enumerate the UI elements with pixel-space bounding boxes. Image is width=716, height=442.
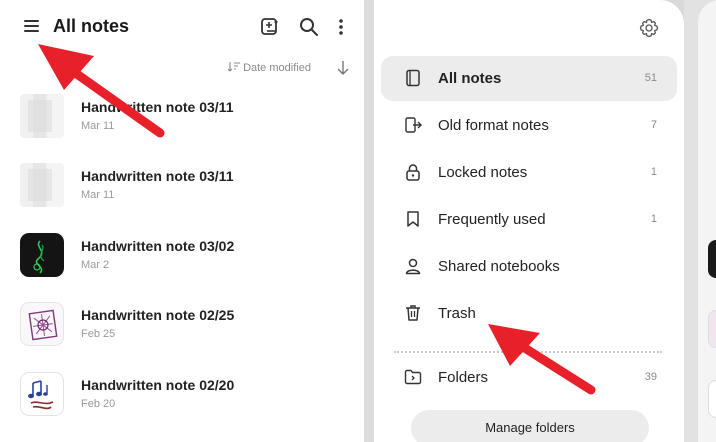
drawer-item-shared-notebooks[interactable]: Shared notebooks [381,244,677,289]
sort-label: Date modified [243,62,311,74]
list-item[interactable]: Handwritten note 02/25 Feb 25 [0,290,364,360]
drawer-item-count: 1 [650,166,657,178]
sort-bar: Date modified [0,56,364,82]
adjacent-thumbnail [708,240,716,278]
notebook-icon [403,68,423,88]
drawer-item-label: All notes [438,70,502,87]
drawer-item-folders[interactable]: Folders 39 [381,355,677,400]
drawer-item-locked-notes[interactable]: Locked notes 1 [381,150,677,195]
more-options-icon[interactable] [330,16,352,38]
search-icon[interactable] [298,16,320,38]
note-thumbnail [20,94,64,138]
note-date: Mar 11 [81,120,115,132]
note-title: Handwritten note 02/25 [81,307,235,323]
adjacent-panel-edge [684,0,716,442]
list-item[interactable]: Handwritten note 02/20 Feb 20 [0,360,364,430]
section-divider [394,351,662,353]
page-title: All notes [53,16,130,36]
drawer-item-label: Locked notes [438,164,528,181]
drawer-item-label: Trash [438,305,476,322]
notes-list-panel: All notes Date modified Handwritten note… [0,0,364,442]
import-icon [403,115,423,135]
sort-button[interactable]: Date modified [227,61,311,74]
navigation-drawer: All notes 51 Old format notes 7 Locked n… [374,0,684,442]
note-date: Feb 20 [81,398,116,410]
list-item[interactable]: Handwritten note 03/11 Mar 11 [0,82,364,152]
trash-icon [403,303,423,323]
adjacent-thumbnail [708,380,716,418]
person-icon [403,256,423,276]
drawer-item-count: 51 [644,72,657,84]
manage-folders-button[interactable]: Manage folders [411,410,649,442]
note-title: Handwritten note 02/20 [81,377,235,393]
drawer-item-label: Folders [438,369,489,386]
drawer-item-count: 7 [650,119,657,131]
bookmark-icon [403,209,423,229]
note-thumbnail [20,233,64,277]
adjacent-panel-card [698,0,716,442]
drawer-item-old-format-notes[interactable]: Old format notes 7 [381,103,677,148]
list-item[interactable]: Handwritten note 03/02 Mar 2 [0,221,364,291]
folder-icon [403,367,423,387]
note-date: Feb 25 [81,328,116,340]
note-date: Mar 2 [81,259,110,271]
adjacent-thumbnail [708,310,716,348]
drawer-item-trash[interactable]: Trash [381,291,677,336]
arrow-down-icon[interactable] [335,58,351,78]
drawer-item-label: Old format notes [438,117,549,134]
note-thumbnail [20,372,64,416]
panel-divider [364,0,374,442]
note-thumbnail [20,163,64,207]
drawer-item-all-notes[interactable]: All notes 51 [381,56,677,101]
drawer-item-label: Shared notebooks [438,258,560,275]
app-header: All notes [0,0,364,56]
menu-icon[interactable] [20,14,44,38]
drawer-item-label: Frequently used [438,211,546,228]
new-note-icon[interactable] [259,16,281,38]
gear-icon[interactable] [638,17,660,39]
list-item[interactable]: Handwritten note 03/11 Mar 11 [0,151,364,221]
note-title: Handwritten note 03/02 [81,238,235,254]
drawer-item-count: 1 [650,213,657,225]
note-title: Handwritten note 03/11 [81,168,234,184]
sort-icon [227,62,240,72]
manage-folders-label: Manage folders [485,420,575,435]
note-title: Handwritten note 03/11 [81,99,234,115]
drawer-item-frequently-used[interactable]: Frequently used 1 [381,197,677,242]
lock-icon [403,162,423,182]
drawer-item-count: 39 [644,371,657,383]
note-thumbnail [20,302,64,346]
note-date: Mar 11 [81,189,115,201]
